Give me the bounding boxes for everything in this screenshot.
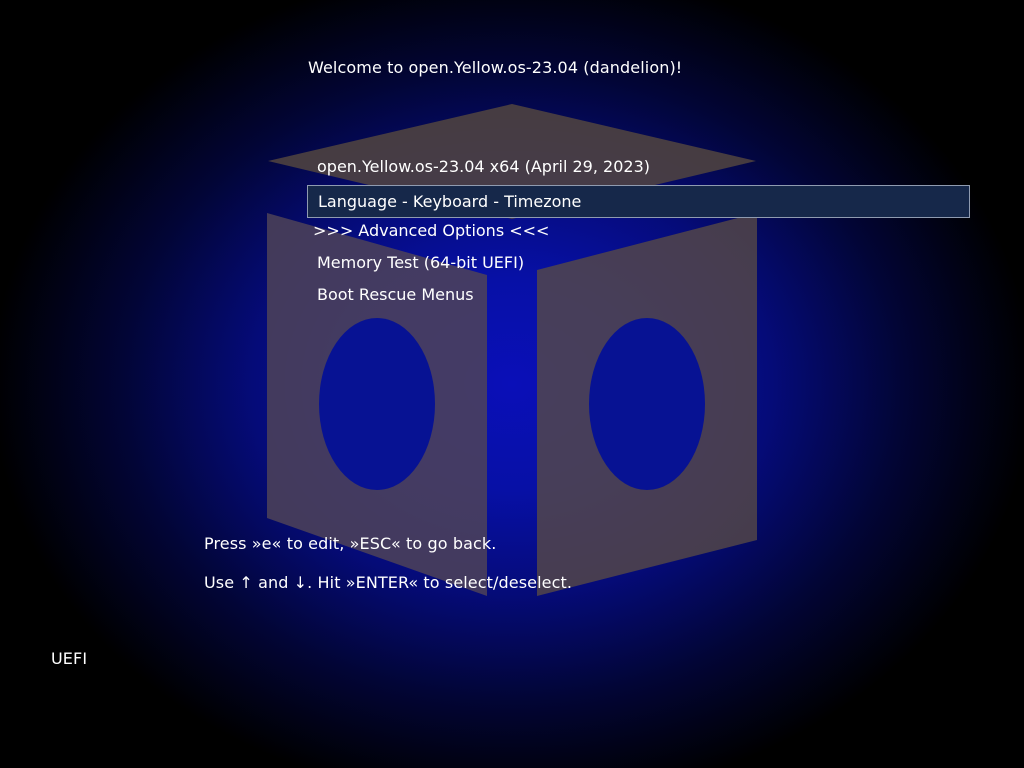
boot-menu-screen: Welcome to open.Yellow.os-23.04 (dandeli… [0, 0, 1024, 768]
logo-right-hole [589, 318, 705, 490]
firmware-mode-label: UEFI [51, 649, 88, 668]
menu-item-boot-rescue-menus[interactable]: Boot Rescue Menus [307, 279, 970, 312]
menu-item-boot-os[interactable]: open.Yellow.os-23.04 x64 (April 29, 2023… [307, 151, 970, 184]
welcome-title: Welcome to open.Yellow.os-23.04 (dandeli… [308, 58, 683, 77]
edit-hint: Press »e« to edit, »ESC« to go back. [204, 534, 497, 553]
menu-item-advanced-options[interactable]: >>> Advanced Options <<< [307, 215, 970, 248]
menu-item-language-keyboard-timezone[interactable]: Language - Keyboard - Timezone [307, 185, 970, 218]
box-logo-icon [267, 104, 757, 596]
logo-left-hole [319, 318, 435, 490]
navigation-hint: Use ↑ and ↓. Hit »ENTER« to select/desel… [204, 573, 573, 592]
menu-item-memory-test[interactable]: Memory Test (64-bit UEFI) [307, 247, 970, 280]
